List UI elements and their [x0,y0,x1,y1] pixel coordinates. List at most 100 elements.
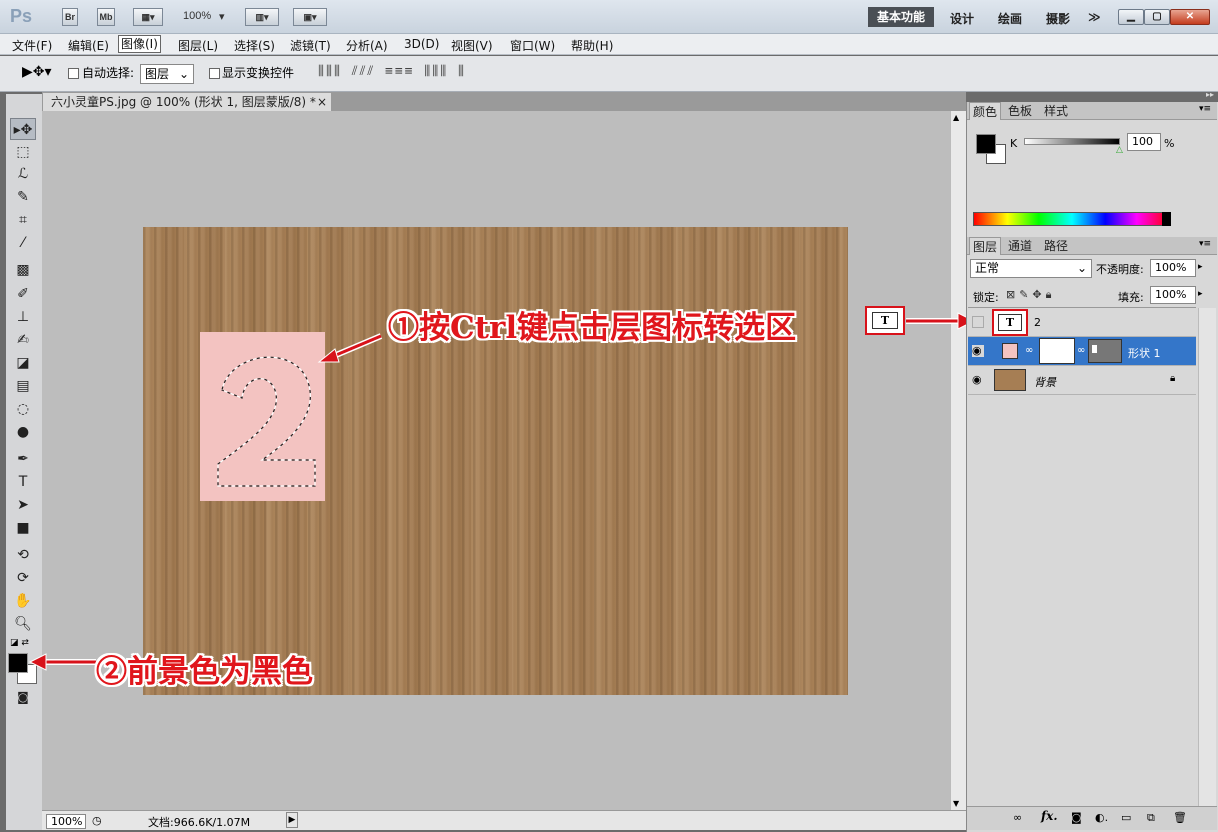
menu-filter[interactable]: 滤镜(T) [290,37,331,54]
close-doc-icon[interactable]: × [317,93,327,111]
layers-menu-icon[interactable]: ▾≡ [1199,239,1211,249]
lasso-tool-icon[interactable]: ℒ [10,163,36,185]
gradient-tool-icon[interactable]: ▤ [10,375,36,397]
collapse-icon[interactable]: ▸▸ [1206,90,1214,99]
3d-rotate-tool-icon[interactable]: ⟲ [10,544,36,566]
panel-menu-icon[interactable]: ▾≡ [1199,104,1211,114]
type-tool-icon[interactable]: T [10,471,36,493]
blend-mode-select[interactable]: 正常 ⌄ [970,259,1092,278]
layer-row-background[interactable]: ◉ 背景 🔒︎ [968,366,1196,395]
vertical-scrollbar[interactable]: ▲ ▼ [950,111,966,810]
status-zoom-field[interactable]: 100% [46,814,86,829]
tab-paths[interactable]: 路径 [1041,237,1071,255]
auto-select-checkbox[interactable] [68,68,79,79]
eye-icon[interactable]: ◉ [972,374,984,386]
color-ramp[interactable] [973,212,1171,226]
slider-thumb-icon[interactable]: △ [1116,145,1123,155]
blur-tool-icon[interactable]: ◌ [10,398,36,420]
background-thumb[interactable] [994,369,1026,391]
3d-orbit-tool-icon[interactable]: ⟳ [10,567,36,589]
layer-row-text[interactable]: T 2 [968,308,1196,337]
opacity-field[interactable]: 100% [1150,259,1196,277]
menu-3d[interactable]: 3D(D) [404,37,439,51]
marquee-tool-icon[interactable]: ⬚ [10,141,36,163]
default-colors-icon[interactable]: ◪ ⇄ [10,638,29,648]
menu-window[interactable]: 窗口(W) [510,37,555,54]
maximize-button[interactable]: ▢ [1144,9,1170,25]
menu-help[interactable]: 帮助(H) [571,37,613,54]
trash-icon[interactable]: 🗑︎ [1173,811,1187,824]
move-tool-icon[interactable]: ▸✥ [10,118,36,140]
stamp-tool-icon[interactable]: ⊥ [10,306,36,328]
layers-scrollbar[interactable] [1198,308,1216,806]
adjustment-layer-icon[interactable]: ◐. [1095,811,1108,824]
mini-bridge-button[interactable]: Mb [97,8,115,26]
tab-layers[interactable]: 图层 [969,237,1002,255]
workspace-essentials[interactable]: 基本功能 [868,7,934,27]
text-layer-thumb[interactable]: T [992,309,1028,336]
k-value-field[interactable]: 100 [1127,133,1161,151]
workspace-photography[interactable]: 摄影 [1046,10,1070,27]
close-button[interactable]: ✕ [1170,9,1210,25]
minimize-button[interactable]: ▁ [1118,9,1144,25]
view-extras-button[interactable]: ▦▾ [133,8,163,26]
shape-tool-icon[interactable]: ■ [10,517,36,539]
menu-file[interactable]: 文件(F) [12,37,52,54]
screen-mode-button[interactable]: ▣▾ [293,8,327,26]
tab-channels[interactable]: 通道 [1005,237,1035,255]
workspace-painting[interactable]: 绘画 [998,10,1022,27]
menu-layer[interactable]: 图层(L) [178,37,218,54]
zoom-level[interactable]: 100% [183,10,211,22]
bridge-button[interactable]: Br [62,8,78,26]
menu-edit[interactable]: 编辑(E) [68,37,109,54]
menu-analysis[interactable]: 分析(A) [346,37,388,54]
quick-select-tool-icon[interactable]: ✎ [10,186,36,208]
dodge-tool-icon[interactable]: ● [10,421,36,443]
eyedropper-tool-icon[interactable]: ⁄ [10,232,36,254]
scroll-down-icon[interactable]: ▼ [953,799,959,808]
status-arrow-icon[interactable]: ▶ [286,812,298,828]
layer-mask-thumb[interactable] [1039,338,1075,364]
fill-arrow-icon[interactable]: ▸ [1198,289,1203,299]
fx-icon[interactable]: fx. [1041,809,1058,823]
show-transform-checkbox[interactable] [209,68,220,79]
zoom-tool-icon[interactable]: 🔍︎ [10,613,36,635]
path-select-tool-icon[interactable]: ➤ [10,494,36,516]
group-icon[interactable]: ▭ [1121,811,1131,824]
quick-mask-icon[interactable]: ◙ [10,686,36,708]
workspace-design[interactable]: 设计 [950,10,974,27]
fill-field[interactable]: 100% [1150,286,1196,304]
move-tool-preset-icon[interactable]: ▶✥▾ [22,64,52,80]
status-menu-icon[interactable]: ◷ [92,814,102,827]
layer-row-shape[interactable]: ◉ ∞ ∞ 形状 1 [968,337,1196,366]
menu-select[interactable]: 选择(S) [234,37,275,54]
lock-icons[interactable]: ⊠✎✥🔒︎ [1006,288,1056,302]
new-layer-icon[interactable]: ⧉ [1147,811,1155,825]
pen-tool-icon[interactable]: ✒ [10,448,36,470]
brush-tool-icon[interactable]: ✐ [10,283,36,305]
history-brush-icon[interactable]: ✍ [10,329,36,351]
hand-tool-icon[interactable]: ✋ [10,590,36,612]
more-workspaces-icon[interactable]: ≫ [1088,10,1101,24]
panel-fg-swatch[interactable] [976,134,996,154]
ramp-black[interactable] [1162,212,1171,226]
crop-tool-icon[interactable]: ⌗ [10,209,36,231]
arrange-docs-button[interactable]: ▥▾ [245,8,279,26]
opacity-arrow-icon[interactable]: ▸ [1198,262,1203,272]
scroll-up-icon[interactable]: ▲ [953,113,959,122]
tab-color[interactable]: 颜色 [969,102,1002,120]
zoom-dropdown-icon[interactable]: ▾ [219,10,225,23]
visibility-off-box[interactable] [972,316,984,328]
healing-tool-icon[interactable]: ▩ [10,259,36,281]
vector-mask-thumb[interactable] [1088,339,1122,363]
menu-image[interactable]: 图像(I) [118,35,161,53]
menu-view[interactable]: 视图(V) [451,37,493,54]
fill-color-thumb[interactable] [1002,343,1018,359]
link-layers-icon[interactable]: ∞ [1013,811,1022,824]
eye-icon[interactable]: ◉ [972,345,984,357]
add-mask-icon[interactable]: ◙ [1071,811,1082,824]
eraser-tool-icon[interactable]: ◪ [10,352,36,374]
align-icons[interactable]: ⫼⫼⫼ ⫽⫽⫽ ≡≡≡ ⫼⫼⫼ ⫼ [318,64,466,79]
foreground-color-swatch[interactable] [8,653,28,673]
tab-styles[interactable]: 样式 [1041,102,1071,120]
